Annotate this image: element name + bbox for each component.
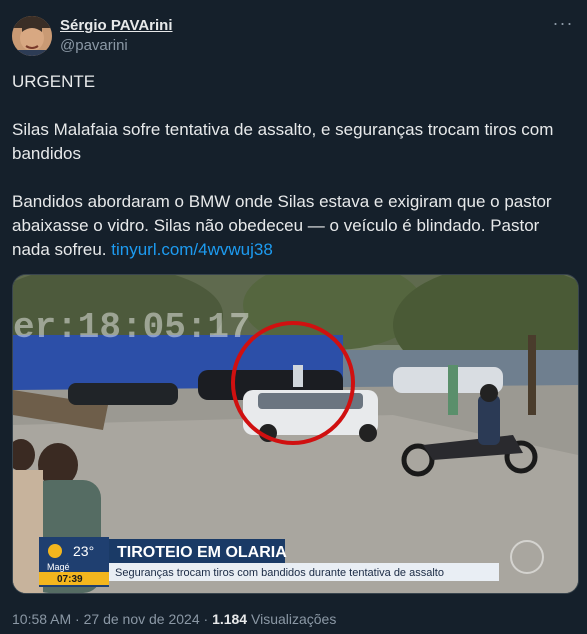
tweet-paragraph: URGENTE [12, 72, 96, 91]
view-count: 1.184 [212, 611, 248, 627]
views-label: Visualizações [247, 611, 337, 627]
weather-temp: 23° [73, 543, 94, 559]
tweet-paragraph: Silas Malafaia sofre tentativa de assalt… [12, 120, 554, 163]
sun-icon [48, 544, 62, 558]
avatar[interactable] [12, 16, 52, 56]
news-clock: 07:39 [57, 574, 83, 585]
tweet-time[interactable]: 10:58 AM [12, 611, 71, 627]
tweet-header: Sérgio PAVArini @pavarini ··· [12, 14, 575, 58]
author-handle[interactable]: @pavarini [60, 36, 173, 56]
more-options-icon[interactable]: ··· [551, 14, 575, 38]
tweet-text: URGENTE Silas Malafaia sofre tentativa d… [12, 70, 575, 286]
video-frame: er:18:05:17 23° Magé 07:39 TIROTEIO EM O… [13, 275, 578, 593]
tweet-paragraph-text: Bandidos abordaram o BMW onde Silas esta… [12, 192, 552, 259]
video-media[interactable]: er:18:05:17 23° Magé 07:39 TIROTEIO EM O… [12, 274, 579, 594]
tweet-link[interactable]: tinyurl.com/4wvwuj38 [111, 240, 273, 259]
tweet-date[interactable]: 27 de nov de 2024 [84, 611, 200, 627]
separator: · [199, 611, 213, 627]
timestamp-overlay: er:18:05:17 [13, 307, 251, 348]
news-headline: TIROTEIO EM OLARIA [117, 544, 287, 561]
separator: · [71, 611, 84, 627]
author-name[interactable]: Sérgio PAVArini [60, 16, 173, 36]
tweet-paragraph: Bandidos abordaram o BMW onde Silas esta… [12, 190, 575, 262]
weather-city: Magé [47, 562, 70, 572]
news-subheadline: Seguranças trocam tiros com bandidos dur… [115, 567, 444, 579]
tweet-meta: 10:58 AM · 27 de nov de 2024 · 1.184 Vis… [12, 610, 336, 628]
